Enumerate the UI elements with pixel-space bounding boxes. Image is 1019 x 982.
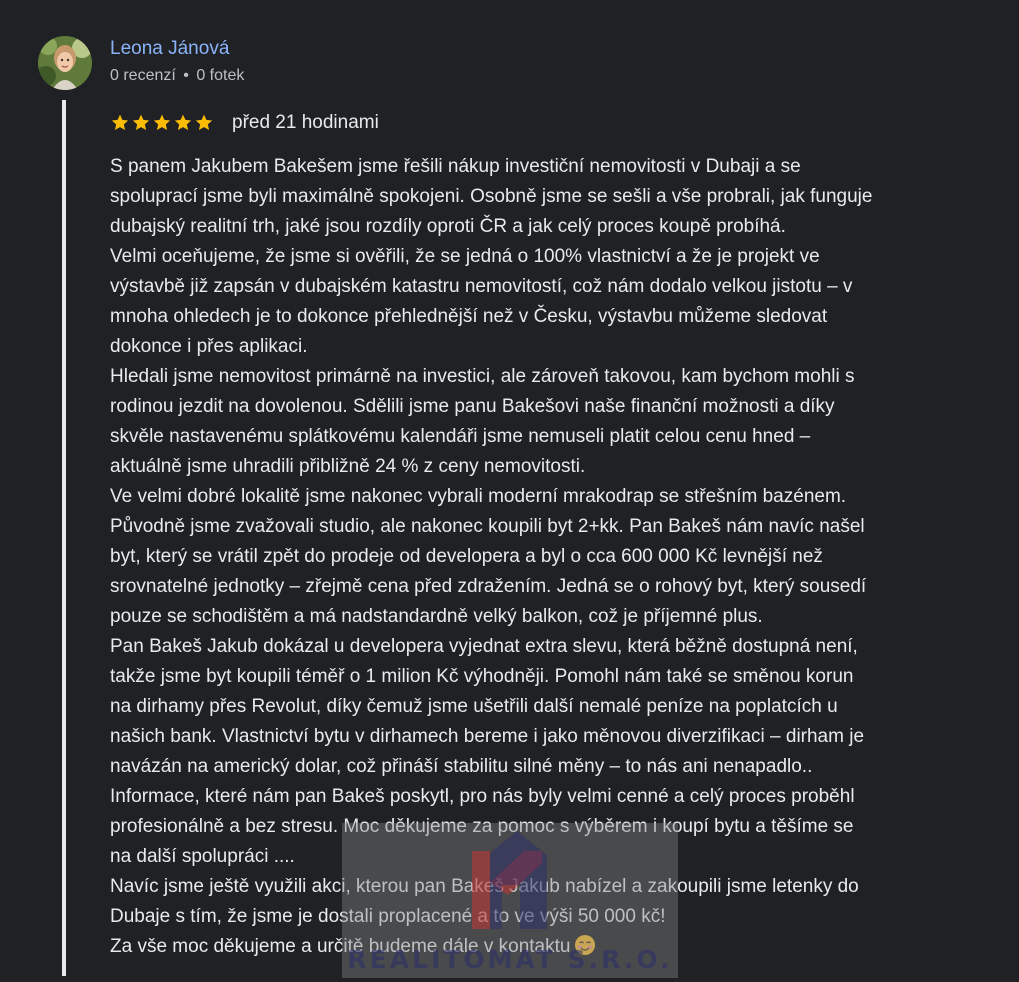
review-date: před 21 hodinami bbox=[232, 112, 379, 133]
review-line: dokonce i přes aplikaci. bbox=[110, 336, 308, 357]
review-line: skvěle nastavenému splátkovému kalendáři… bbox=[110, 426, 811, 447]
review-line: rodinou jezdit na dovolenou. Sdělili jsm… bbox=[110, 396, 835, 417]
review-line: Velmi oceňujeme, že jsme si ověřili, že … bbox=[110, 246, 820, 267]
review-line: Za vše moc děkujeme a určitě budeme dále… bbox=[110, 932, 990, 966]
photo-count: 0 fotek bbox=[196, 67, 245, 84]
review-line: na dirhamy přes Revolut, díky čemuž jsme… bbox=[110, 696, 838, 717]
author-name[interactable]: Leona Jánová bbox=[110, 38, 229, 60]
star-icon bbox=[111, 114, 129, 130]
review-line: Hledali jsme nemovitost primárně na inve… bbox=[110, 366, 855, 387]
star-icon bbox=[195, 114, 213, 130]
review-line: Původně jsme zvažovali studio, ale nakon… bbox=[110, 516, 865, 537]
review-line: takže jsme byt koupili téměř o 1 milion … bbox=[110, 666, 854, 687]
review-line: Ve velmi dobré lokalitě jsme nakonec vyb… bbox=[110, 486, 847, 507]
review-line: aktuálně jsme uhradili přibližně 24 % z … bbox=[110, 456, 586, 477]
star-icon bbox=[153, 114, 171, 130]
meta-separator: • bbox=[183, 67, 189, 84]
review-text: S panem Jakubem Bakešem jsme řešili náku… bbox=[110, 152, 990, 966]
review-thread-bar bbox=[62, 100, 66, 976]
review-line: spoluprací jsme byli maximálně spokojeni… bbox=[110, 186, 873, 207]
review-line: Navíc jsme ještě využili akci, kterou pa… bbox=[110, 876, 859, 897]
review-line: S panem Jakubem Bakešem jsme řešili náku… bbox=[110, 156, 801, 177]
review-line: dubajský realitní trh, jaké jsou rozdíly… bbox=[110, 216, 786, 237]
review-line: navázán na americký dolar, což přináší s… bbox=[110, 756, 813, 777]
review-line: našich bank. Vlastnictví bytu v dirhamec… bbox=[110, 726, 865, 747]
star-icon bbox=[132, 114, 150, 130]
author-meta: 0 recenzí • 0 fotek bbox=[110, 67, 244, 85]
review-line: pouze se schodištěm a má nadstandardně v… bbox=[110, 606, 763, 627]
review-line: byt, který se vrátil zpět do prodeje od … bbox=[110, 546, 823, 567]
author-avatar[interactable] bbox=[38, 36, 92, 90]
review-line: Informace, které nám pan Bakeš poskytl, … bbox=[110, 786, 855, 807]
rating-row: před 21 hodinami bbox=[110, 110, 379, 136]
review-count: 0 recenzí bbox=[110, 67, 176, 84]
review-line: mnoha ohledech je to dokonce přehlednějš… bbox=[110, 306, 828, 327]
star-rating bbox=[110, 113, 214, 133]
review-line: srovnatelné jednotky – zřejmě cena před … bbox=[110, 576, 867, 597]
review-line: na další spolupráci .... bbox=[110, 846, 295, 867]
review-line: Pan Bakeš Jakub dokázal u developera vyj… bbox=[110, 636, 858, 657]
review-line: profesionálně a bez stresu. Moc děkujeme… bbox=[110, 816, 854, 837]
star-icon bbox=[174, 114, 192, 130]
review-line: výstavbě již zapsán v dubajském katastru… bbox=[110, 276, 853, 297]
review-line: Dubaje s tím, že jsme je dostali proplac… bbox=[110, 906, 666, 927]
smiling-face-icon bbox=[574, 934, 596, 966]
